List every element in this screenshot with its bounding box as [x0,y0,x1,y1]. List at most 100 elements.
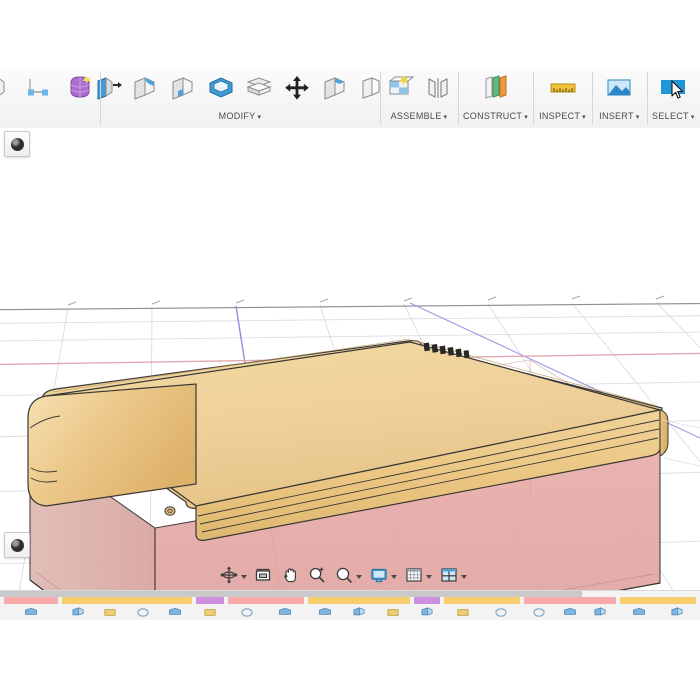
timeline-feature-icon[interactable] [24,606,38,619]
grid-far-edge [0,302,700,311]
assemble-caret-icon[interactable]: ▾ [444,114,448,121]
modify-label-text: MODIFY [218,111,256,121]
press-pull-icon[interactable] [92,73,122,103]
display-settings-button[interactable] [368,563,398,587]
orbit-button[interactable] [218,563,248,587]
3d-viewport-canvas[interactable] [0,128,700,590]
timeline-feature-icon[interactable] [71,606,85,619]
toolbar-group-construct-label: CONSTRUCT ▾ [463,110,528,124]
toolbar-group-modify: MODIFY ▾ [97,68,380,128]
view-navigation-bar [218,562,468,588]
offset-face-icon[interactable] [244,73,274,103]
grid-snaps-button[interactable] [403,563,433,587]
timeline-group-bar[interactable] [524,597,616,604]
construct-caret-icon[interactable]: ▾ [524,114,528,121]
monitor-icon [371,568,387,583]
viewports-caret-icon[interactable] [461,574,467,579]
offset-plane-icon[interactable] [481,73,511,103]
construct-label-text: CONSTRUCT [463,111,523,121]
create-line-icon[interactable] [24,73,54,103]
inspect-caret-icon[interactable]: ▾ [582,114,586,121]
orbit-caret-icon[interactable] [241,574,247,579]
timeline-feature-icon[interactable] [136,606,150,619]
zoom-window-button[interactable] [333,563,363,587]
display-settings-caret-icon[interactable] [391,574,397,579]
timeline-group-bar[interactable] [62,597,192,604]
timeline-feature-icon[interactable] [632,606,646,619]
shell-icon[interactable] [206,73,236,103]
select-cursor-icon[interactable] [658,73,688,103]
3d-scene [0,295,700,590]
viewports-icon [441,568,457,582]
zoom-button[interactable] [306,563,328,587]
timeline-panel[interactable] [0,590,700,621]
measure-icon[interactable] [548,73,578,103]
zoom-window-icon [336,567,352,583]
toolbar-group-inspect: INSPECT ▾ [533,68,592,128]
fit-button[interactable] [252,563,274,587]
select-label-text: SELECT [652,111,689,121]
fillet-icon[interactable] [130,73,160,103]
toolbar-group-select-label: SELECT ▾ [652,110,695,124]
split-face-icon[interactable] [320,73,350,103]
timeline-feature-icon[interactable] [420,606,434,619]
lid-right-cap [659,409,669,457]
viewports-button[interactable] [438,563,468,587]
timeline-group-bar[interactable] [4,597,58,604]
create-form-icon[interactable] [66,73,96,103]
timeline-feature-icon[interactable] [670,606,684,619]
zoom-window-caret-icon[interactable] [356,574,362,579]
timeline-group-bar[interactable] [620,597,696,604]
zoom-icon [309,567,325,583]
orbit-icon [220,566,238,584]
timeline-group-bar[interactable] [414,597,440,604]
timeline-feature-icon[interactable] [103,606,117,619]
fusion360-application-window: MODIFY ▾ ASSEMBLE ▾ CONSTRUCT ▾ INSPECT … [0,0,700,700]
insert-mcmaster-icon[interactable] [604,73,634,103]
joint-icon[interactable] [423,73,453,103]
move-copy-icon[interactable] [282,73,312,103]
timeline-feature-icon[interactable] [456,606,470,619]
insert-caret-icon[interactable]: ▾ [636,114,640,121]
chamfer-icon[interactable] [168,73,198,103]
new-component-icon[interactable] [385,73,415,103]
timeline-feature-icon[interactable] [318,606,332,619]
timeline-group-bar[interactable] [308,597,410,604]
toolbar-group-construct: CONSTRUCT ▾ [458,68,533,128]
timeline-feature-icon[interactable] [278,606,292,619]
timeline-feature-icon[interactable] [386,606,400,619]
timeline-feature-icon[interactable] [240,606,254,619]
timeline-toggle-icon [10,538,24,552]
timeline-feature-icon[interactable] [352,606,366,619]
pan-hand-icon [284,568,296,583]
lid-screw-hole [167,508,173,514]
select-caret-icon[interactable]: ▾ [691,114,695,121]
toolbar-group-insert: INSERT ▾ [592,68,647,128]
timeline-feature-icon[interactable] [203,606,217,619]
timeline-feature-icon[interactable] [593,606,607,619]
insert-label-text: INSERT [599,111,634,121]
timeline-group-bar[interactable] [228,597,304,604]
top-blank-area [0,0,700,68]
fit-icon [255,568,271,581]
timeline-feature-icon[interactable] [168,606,182,619]
create-sketch-icon[interactable] [0,73,12,103]
timeline-group-bar[interactable] [444,597,520,604]
main-toolbar: MODIFY ▾ ASSEMBLE ▾ CONSTRUCT ▾ INSPECT … [0,68,700,129]
toolbar-group-modify-label: MODIFY ▾ [219,110,262,124]
pan-button[interactable] [279,563,301,587]
grid-snaps-caret-icon[interactable] [426,574,432,579]
grid-icon [406,568,422,582]
toolbar-group-select: SELECT ▾ [646,68,700,128]
modify-caret-icon[interactable]: ▾ [257,114,261,121]
timeline-panel-toggle[interactable] [4,532,30,558]
timeline-feature-icon[interactable] [532,606,546,619]
timeline-feature-icon[interactable] [494,606,508,619]
browser-panel-toggle[interactable] [4,131,30,157]
inspect-label-text: INSPECT [539,111,581,121]
timeline-track[interactable] [0,597,700,621]
assemble-label-text: ASSEMBLE [390,111,442,121]
timeline-feature-icon[interactable] [563,606,577,619]
timeline-group-bar[interactable] [196,597,224,604]
toolbar-group-assemble-label: ASSEMBLE ▾ [391,110,448,124]
